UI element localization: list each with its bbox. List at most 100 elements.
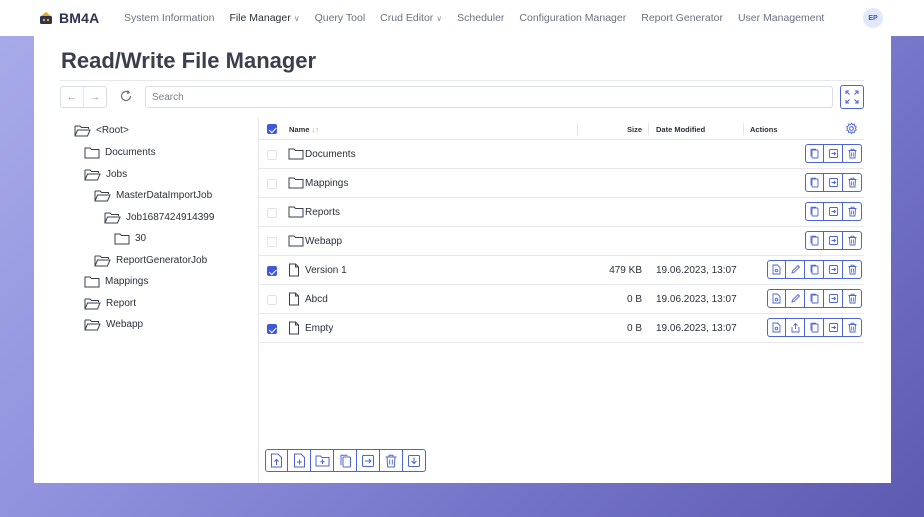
delete-button[interactable]	[843, 144, 862, 163]
tree-item-label: MasterDataImportJob	[116, 190, 213, 201]
table-row[interactable]: Webapp	[259, 227, 864, 256]
tree-item[interactable]: <Root>	[74, 124, 129, 137]
tree-item[interactable]: Mappings	[84, 275, 148, 288]
bottom-toolbar	[265, 449, 426, 472]
forward-arrow-icon[interactable]: →	[84, 87, 106, 107]
nav-item-report-generator[interactable]: Report Generator	[634, 0, 731, 36]
row-name[interactable]: Mappings	[305, 178, 348, 189]
new-file-button[interactable]	[288, 449, 311, 472]
nav-item-label: Crud Editor	[380, 12, 434, 24]
delete-button[interactable]	[843, 260, 862, 279]
nav-item-file-manager[interactable]: File Manager ∨	[222, 0, 307, 36]
move-button[interactable]	[357, 449, 380, 472]
app-logo[interactable]: BM4A	[38, 10, 99, 26]
delete-button[interactable]	[843, 173, 862, 192]
delete-button[interactable]	[843, 202, 862, 221]
copy-button[interactable]	[805, 173, 824, 192]
table-row[interactable]: Reports	[259, 198, 864, 227]
table-row[interactable]: Empty 0 B 19.06.2023, 13:07	[259, 314, 864, 343]
row-name[interactable]: Reports	[305, 207, 340, 218]
tree-item-label: Documents	[105, 147, 156, 158]
view-icon	[771, 264, 782, 275]
nav-item-configuration-manager[interactable]: Configuration Manager	[512, 0, 634, 36]
row-name[interactable]: Empty	[305, 323, 333, 334]
table-row[interactable]: Documents	[259, 140, 864, 169]
folder-open-icon	[84, 318, 101, 331]
move-button[interactable]	[824, 318, 843, 337]
move-button[interactable]	[824, 173, 843, 192]
row-name[interactable]: Webapp	[305, 236, 342, 247]
tree-item-label: Report	[106, 298, 137, 309]
nav-item-crud-editor[interactable]: Crud Editor ∨	[373, 0, 450, 36]
upload-file-button[interactable]	[265, 449, 288, 472]
table-row[interactable]: Version 1 479 KB 19.06.2023, 13:07	[259, 256, 864, 285]
view-button[interactable]	[767, 318, 786, 337]
nav-item-user-management[interactable]: User Management	[730, 0, 831, 36]
row-date: 19.06.2023, 13:07	[656, 265, 737, 276]
table-row[interactable]: Abcd 0 B 19.06.2023, 13:07	[259, 285, 864, 314]
tree-item[interactable]: ReportGeneratorJob	[94, 254, 207, 267]
copy-button[interactable]	[805, 318, 824, 337]
back-arrow-icon[interactable]: ←	[61, 87, 84, 107]
copy-button[interactable]	[805, 231, 824, 250]
tree-item[interactable]: Webapp	[84, 318, 143, 331]
row-checkbox[interactable]	[267, 266, 277, 276]
delete-button[interactable]	[843, 318, 862, 337]
move-button[interactable]	[824, 202, 843, 221]
row-checkbox[interactable]	[267, 208, 277, 218]
tree-item[interactable]: Documents	[84, 146, 156, 159]
copy-button[interactable]	[805, 202, 824, 221]
tree-item-label: Mappings	[105, 276, 149, 287]
view-button[interactable]	[767, 260, 786, 279]
delete-button[interactable]	[843, 231, 862, 250]
tree-item[interactable]: Report	[84, 297, 136, 310]
settings-gear-icon[interactable]	[845, 122, 858, 135]
new-folder-button[interactable]	[311, 449, 334, 472]
nav-item-query-tool[interactable]: Query Tool	[307, 0, 373, 36]
row-checkbox[interactable]	[267, 179, 277, 189]
move-button[interactable]	[824, 231, 843, 250]
move-button[interactable]	[824, 289, 843, 308]
nav-item-system-information[interactable]: System Information	[116, 0, 221, 36]
upload-button[interactable]	[786, 318, 805, 337]
delete-button[interactable]	[380, 449, 403, 472]
tree-item[interactable]: Job1687424914399	[104, 211, 214, 224]
copy-icon	[809, 235, 820, 246]
fullscreen-button[interactable]	[840, 85, 864, 109]
tree-item[interactable]: Jobs	[84, 168, 127, 181]
search-input[interactable]	[145, 86, 833, 108]
view-button[interactable]	[767, 289, 786, 308]
tree-item[interactable]: 30	[114, 232, 146, 245]
row-name[interactable]: Documents	[305, 149, 356, 160]
row-checkbox[interactable]	[267, 150, 277, 160]
tree-item[interactable]: MasterDataImportJob	[94, 189, 212, 202]
select-all-checkbox[interactable]	[267, 124, 277, 134]
move-button[interactable]	[824, 260, 843, 279]
delete-button[interactable]	[843, 289, 862, 308]
row-checkbox[interactable]	[267, 324, 277, 334]
row-name[interactable]: Version 1	[305, 265, 347, 276]
folder-icon	[288, 205, 304, 218]
copy-button[interactable]	[805, 289, 824, 308]
nav-item-scheduler[interactable]: Scheduler	[450, 0, 512, 36]
refresh-icon[interactable]	[118, 88, 134, 104]
tree-item-label: Webapp	[106, 319, 144, 330]
table-row[interactable]: Mappings	[259, 169, 864, 198]
row-checkbox[interactable]	[267, 237, 277, 247]
column-name-header[interactable]: Name ↓↑	[289, 125, 319, 134]
edit-button[interactable]	[786, 289, 805, 308]
sort-icon[interactable]: ↓↑	[312, 125, 320, 134]
copy-icon	[809, 177, 820, 188]
column-date-header[interactable]: Date Modified	[656, 125, 705, 134]
copy-button[interactable]	[334, 449, 357, 472]
edit-button[interactable]	[786, 260, 805, 279]
column-size-header[interactable]: Size	[627, 125, 642, 134]
download-button[interactable]	[403, 449, 426, 472]
row-checkbox[interactable]	[267, 295, 277, 305]
copy-button[interactable]	[805, 260, 824, 279]
move-button[interactable]	[824, 144, 843, 163]
move-icon	[828, 293, 839, 304]
row-name[interactable]: Abcd	[305, 294, 328, 305]
user-avatar[interactable]: EP	[863, 8, 883, 28]
copy-button[interactable]	[805, 144, 824, 163]
